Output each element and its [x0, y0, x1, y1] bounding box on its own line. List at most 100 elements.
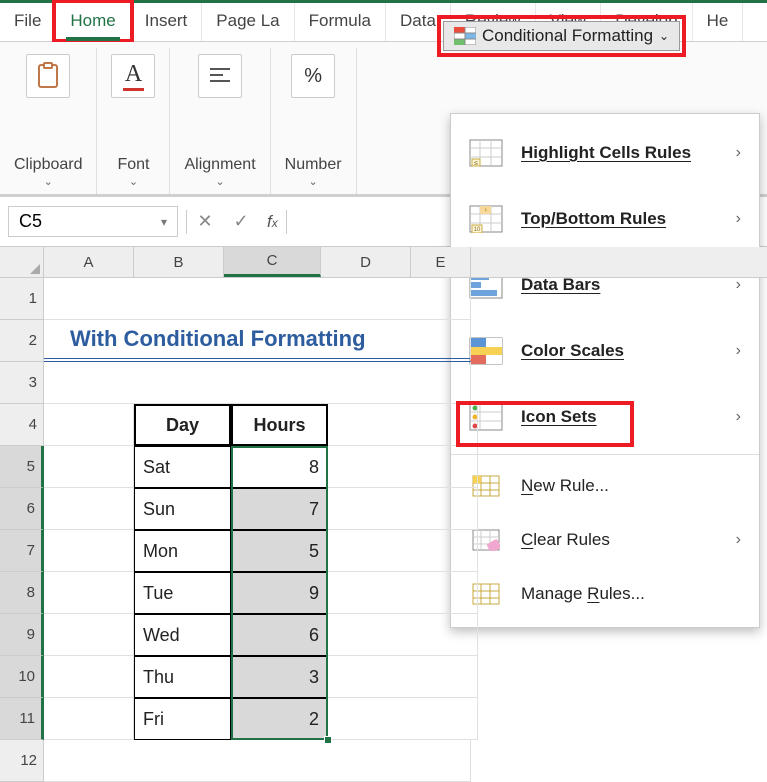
column-headers: A B C D E	[0, 247, 767, 278]
cell[interactable]	[328, 446, 478, 488]
row-header[interactable]: 4	[0, 404, 44, 446]
group-alignment-label: Alignment⌄	[184, 140, 255, 188]
row-header[interactable]: 10	[0, 656, 44, 698]
alignment-icon	[198, 54, 242, 98]
conditional-formatting-button[interactable]: Conditional Formatting ⌄	[443, 21, 680, 51]
cell-hours[interactable]: 8	[231, 446, 328, 488]
svg-text:≤: ≤	[474, 160, 478, 167]
row-header[interactable]: 8	[0, 572, 44, 614]
cell-day[interactable]: Tue	[134, 572, 231, 614]
cell-day[interactable]: Mon	[134, 530, 231, 572]
group-clipboard-label: Clipboard⌄	[14, 140, 82, 188]
cell[interactable]	[44, 656, 134, 698]
chevron-down-icon: ⌄	[659, 29, 669, 43]
separator	[286, 210, 287, 234]
col-header-e[interactable]: E	[411, 247, 471, 277]
cell[interactable]	[328, 614, 478, 656]
tab-help[interactable]: He	[693, 3, 744, 41]
title-cell[interactable]: With Conditional Formatting	[44, 320, 471, 362]
group-clipboard[interactable]: Clipboard⌄	[0, 48, 97, 194]
menu-top-bottom-label: Top/Bottom Rules	[521, 209, 718, 229]
cell-day[interactable]: Wed	[134, 614, 231, 656]
col-header-b[interactable]: B	[134, 247, 224, 277]
number-icon: %	[291, 54, 335, 98]
cell[interactable]	[44, 530, 134, 572]
cell[interactable]	[328, 698, 478, 740]
cell-hours[interactable]: 3	[231, 656, 328, 698]
row-header[interactable]: 2	[0, 320, 44, 362]
name-box[interactable]: C5 ▾	[8, 206, 178, 237]
chevron-right-icon: ›	[736, 144, 741, 162]
cell[interactable]	[44, 278, 471, 320]
tab-page-layout[interactable]: Page La	[202, 3, 294, 41]
cell[interactable]	[328, 656, 478, 698]
enter-formula-button[interactable]: ✓	[223, 211, 259, 232]
row-header[interactable]: 11	[0, 698, 44, 740]
cell[interactable]	[44, 572, 134, 614]
row-header[interactable]: 9	[0, 614, 44, 656]
menu-top-bottom[interactable]: 10 Top/Bottom Rules ›	[451, 186, 759, 252]
cell[interactable]	[328, 404, 478, 446]
tab-home-label: Home	[70, 11, 115, 30]
cell[interactable]	[44, 446, 134, 488]
cell-hours[interactable]: 7	[231, 488, 328, 530]
font-icon: A	[111, 54, 155, 98]
tab-file[interactable]: File	[0, 3, 56, 41]
cell[interactable]	[328, 572, 478, 614]
tab-insert[interactable]: Insert	[131, 3, 203, 41]
row-header[interactable]: 7	[0, 530, 44, 572]
top-bottom-icon: 10	[469, 204, 503, 234]
cell[interactable]	[44, 740, 471, 782]
header-day[interactable]: Day	[134, 404, 231, 446]
cell[interactable]	[44, 404, 134, 446]
row-header[interactable]: 12	[0, 740, 44, 782]
selection-handle[interactable]	[324, 736, 332, 744]
svg-text:10: 10	[474, 227, 481, 233]
cell-day[interactable]: Fri	[134, 698, 231, 740]
cell-hours[interactable]: 5	[231, 530, 328, 572]
cell-day[interactable]: Thu	[134, 656, 231, 698]
group-font-label: Font⌄	[117, 140, 149, 188]
cell[interactable]	[44, 614, 134, 656]
row-header[interactable]: 3	[0, 362, 44, 404]
clipboard-icon	[26, 54, 70, 98]
conditional-formatting-icon	[454, 27, 476, 45]
worksheet: A B C D E 1 2 With Conditional Formattin…	[0, 247, 767, 782]
col-header-c[interactable]: C	[224, 247, 321, 277]
cell-day[interactable]: Sat	[134, 446, 231, 488]
cell[interactable]	[328, 530, 478, 572]
header-hours[interactable]: Hours	[231, 404, 328, 446]
cell[interactable]	[44, 698, 134, 740]
name-box-value: C5	[19, 211, 42, 232]
group-alignment[interactable]: Alignment⌄	[170, 48, 270, 194]
menu-highlight-cells[interactable]: ≤ Highlight Cells Rules ›	[451, 120, 759, 186]
group-number-label: Number⌄	[285, 140, 342, 188]
cell[interactable]	[44, 362, 471, 404]
grid-rows: 1 2 With Conditional Formatting 3 4 Day …	[0, 278, 767, 782]
tab-home[interactable]: Home	[56, 3, 130, 41]
group-font[interactable]: A Font⌄	[97, 48, 170, 194]
row-header[interactable]: 1	[0, 278, 44, 320]
cancel-formula-button[interactable]: ✕	[187, 211, 223, 232]
highlight-cells-icon: ≤	[469, 138, 503, 168]
col-header-a[interactable]: A	[44, 247, 134, 277]
col-header-d[interactable]: D	[321, 247, 411, 277]
group-number[interactable]: % Number⌄	[271, 48, 357, 194]
fx-label[interactable]: fx	[259, 212, 286, 232]
cell-hours[interactable]: 9	[231, 572, 328, 614]
row-header[interactable]: 6	[0, 488, 44, 530]
cell-hours[interactable]: 6	[231, 614, 328, 656]
cell[interactable]	[328, 488, 478, 530]
select-all-corner[interactable]	[0, 247, 44, 277]
menu-highlight-label: Highlight Cells Rules	[521, 143, 718, 163]
conditional-formatting-wrap: Conditional Formatting ⌄	[437, 15, 686, 57]
highlight-cf-button: Conditional Formatting ⌄	[437, 15, 686, 57]
tab-formulas[interactable]: Formula	[295, 3, 386, 41]
cell-day[interactable]: Sun	[134, 488, 231, 530]
row-header[interactable]: 5	[0, 446, 44, 488]
cf-button-label: Conditional Formatting	[482, 26, 653, 46]
cell[interactable]	[44, 488, 134, 530]
chevron-right-icon: ›	[736, 210, 741, 228]
chevron-down-icon: ▾	[161, 215, 167, 229]
cell-hours[interactable]: 2	[231, 698, 328, 740]
